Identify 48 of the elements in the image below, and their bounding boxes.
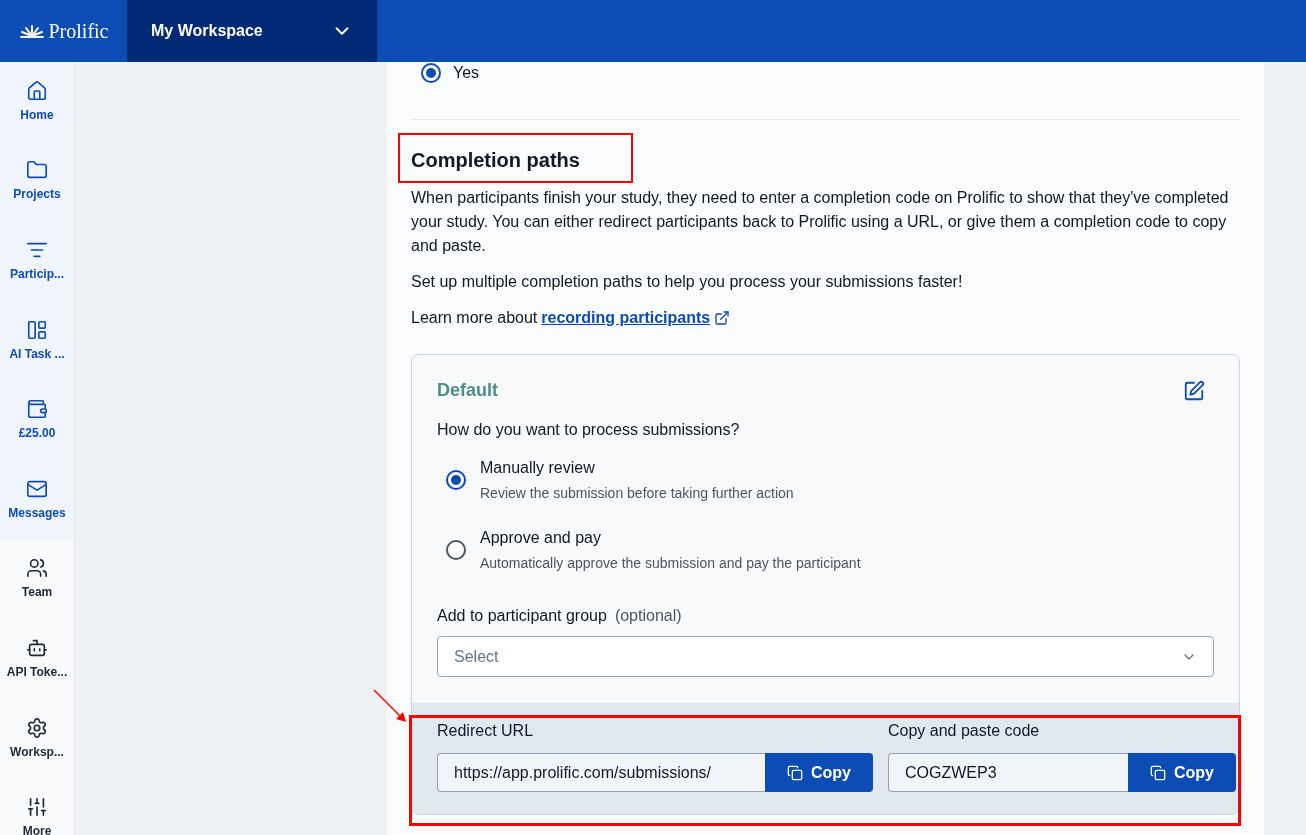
annotation-arrow — [372, 688, 408, 724]
field-label: Add to participant group — [437, 606, 607, 626]
sidebar-item[interactable]: API Toke... — [0, 619, 74, 699]
sidebar-item[interactable]: More — [0, 778, 74, 835]
paragraph: Set up multiple completion paths to help you process your submissions faster! — [411, 272, 964, 292]
question: How do you want to process submissions? — [437, 420, 741, 440]
sidebar-item[interactable]: Team — [0, 539, 74, 620]
sidebar-item[interactable]: Messages — [0, 459, 74, 540]
field-label: Redirect URL — [437, 721, 535, 741]
copy-icon — [1150, 764, 1166, 781]
section-title: Completion paths — [411, 148, 580, 173]
sidebar-item[interactable]: Worksp... — [0, 698, 74, 779]
sidebar-item[interactable]: Home — [0, 62, 74, 142]
sliders-icon — [26, 796, 48, 819]
radio-button[interactable] — [446, 470, 466, 490]
link[interactable]: recording participants — [541, 306, 731, 330]
layout-icon — [26, 318, 48, 341]
sidebar-item[interactable]: AI Task ... — [0, 300, 74, 381]
radio-button[interactable] — [446, 540, 466, 560]
option-description: Automatically approve the submission and pay the participant — [480, 554, 861, 573]
sidebar-item[interactable]: £25.00 — [0, 380, 74, 460]
sidebar-item[interactable]: Particip... — [0, 221, 74, 301]
option-label: Manually review — [480, 458, 596, 478]
learn-more-text: Learn more about — [411, 308, 538, 328]
radio-button[interactable] — [421, 62, 441, 83]
paragraph: When participants finish your study, they need to enter a completion code on Prolific to show that they've completed your study. You can either redirect participants back to Prolific using a URL, or give them a completion code to copy and paste. — [411, 188, 1230, 256]
external-link-icon — [714, 310, 731, 326]
logo-text: Prolific — [48, 19, 109, 44]
card-title: Default — [437, 379, 498, 402]
field-label: Copy and paste code — [888, 721, 1041, 741]
select-field[interactable]: Select — [437, 636, 1214, 677]
text-field[interactable]: https://app.prolific.com/submissions/ — [437, 753, 765, 792]
edit-icon[interactable] — [1183, 379, 1205, 402]
workspace-dropdown[interactable]: My Workspace — [127, 0, 377, 62]
copy-button[interactable]: Copy — [1128, 753, 1236, 792]
option-label: Approve and pay — [480, 528, 602, 548]
wallet-icon — [26, 398, 48, 421]
option-label: Yes — [453, 62, 480, 83]
copy-button[interactable]: Copy — [765, 753, 873, 792]
users-icon — [26, 557, 48, 580]
sidebar-item[interactable]: Projects — [0, 141, 74, 222]
logo-icon — [18, 24, 45, 38]
optional-hint: (optional) — [614, 606, 682, 626]
settings-icon — [26, 716, 48, 739]
home-icon — [26, 79, 48, 102]
copy-icon — [787, 764, 803, 781]
option-description: Review the submission before taking further action — [480, 484, 794, 503]
text-field[interactable]: COGZWEP3 — [888, 753, 1128, 792]
